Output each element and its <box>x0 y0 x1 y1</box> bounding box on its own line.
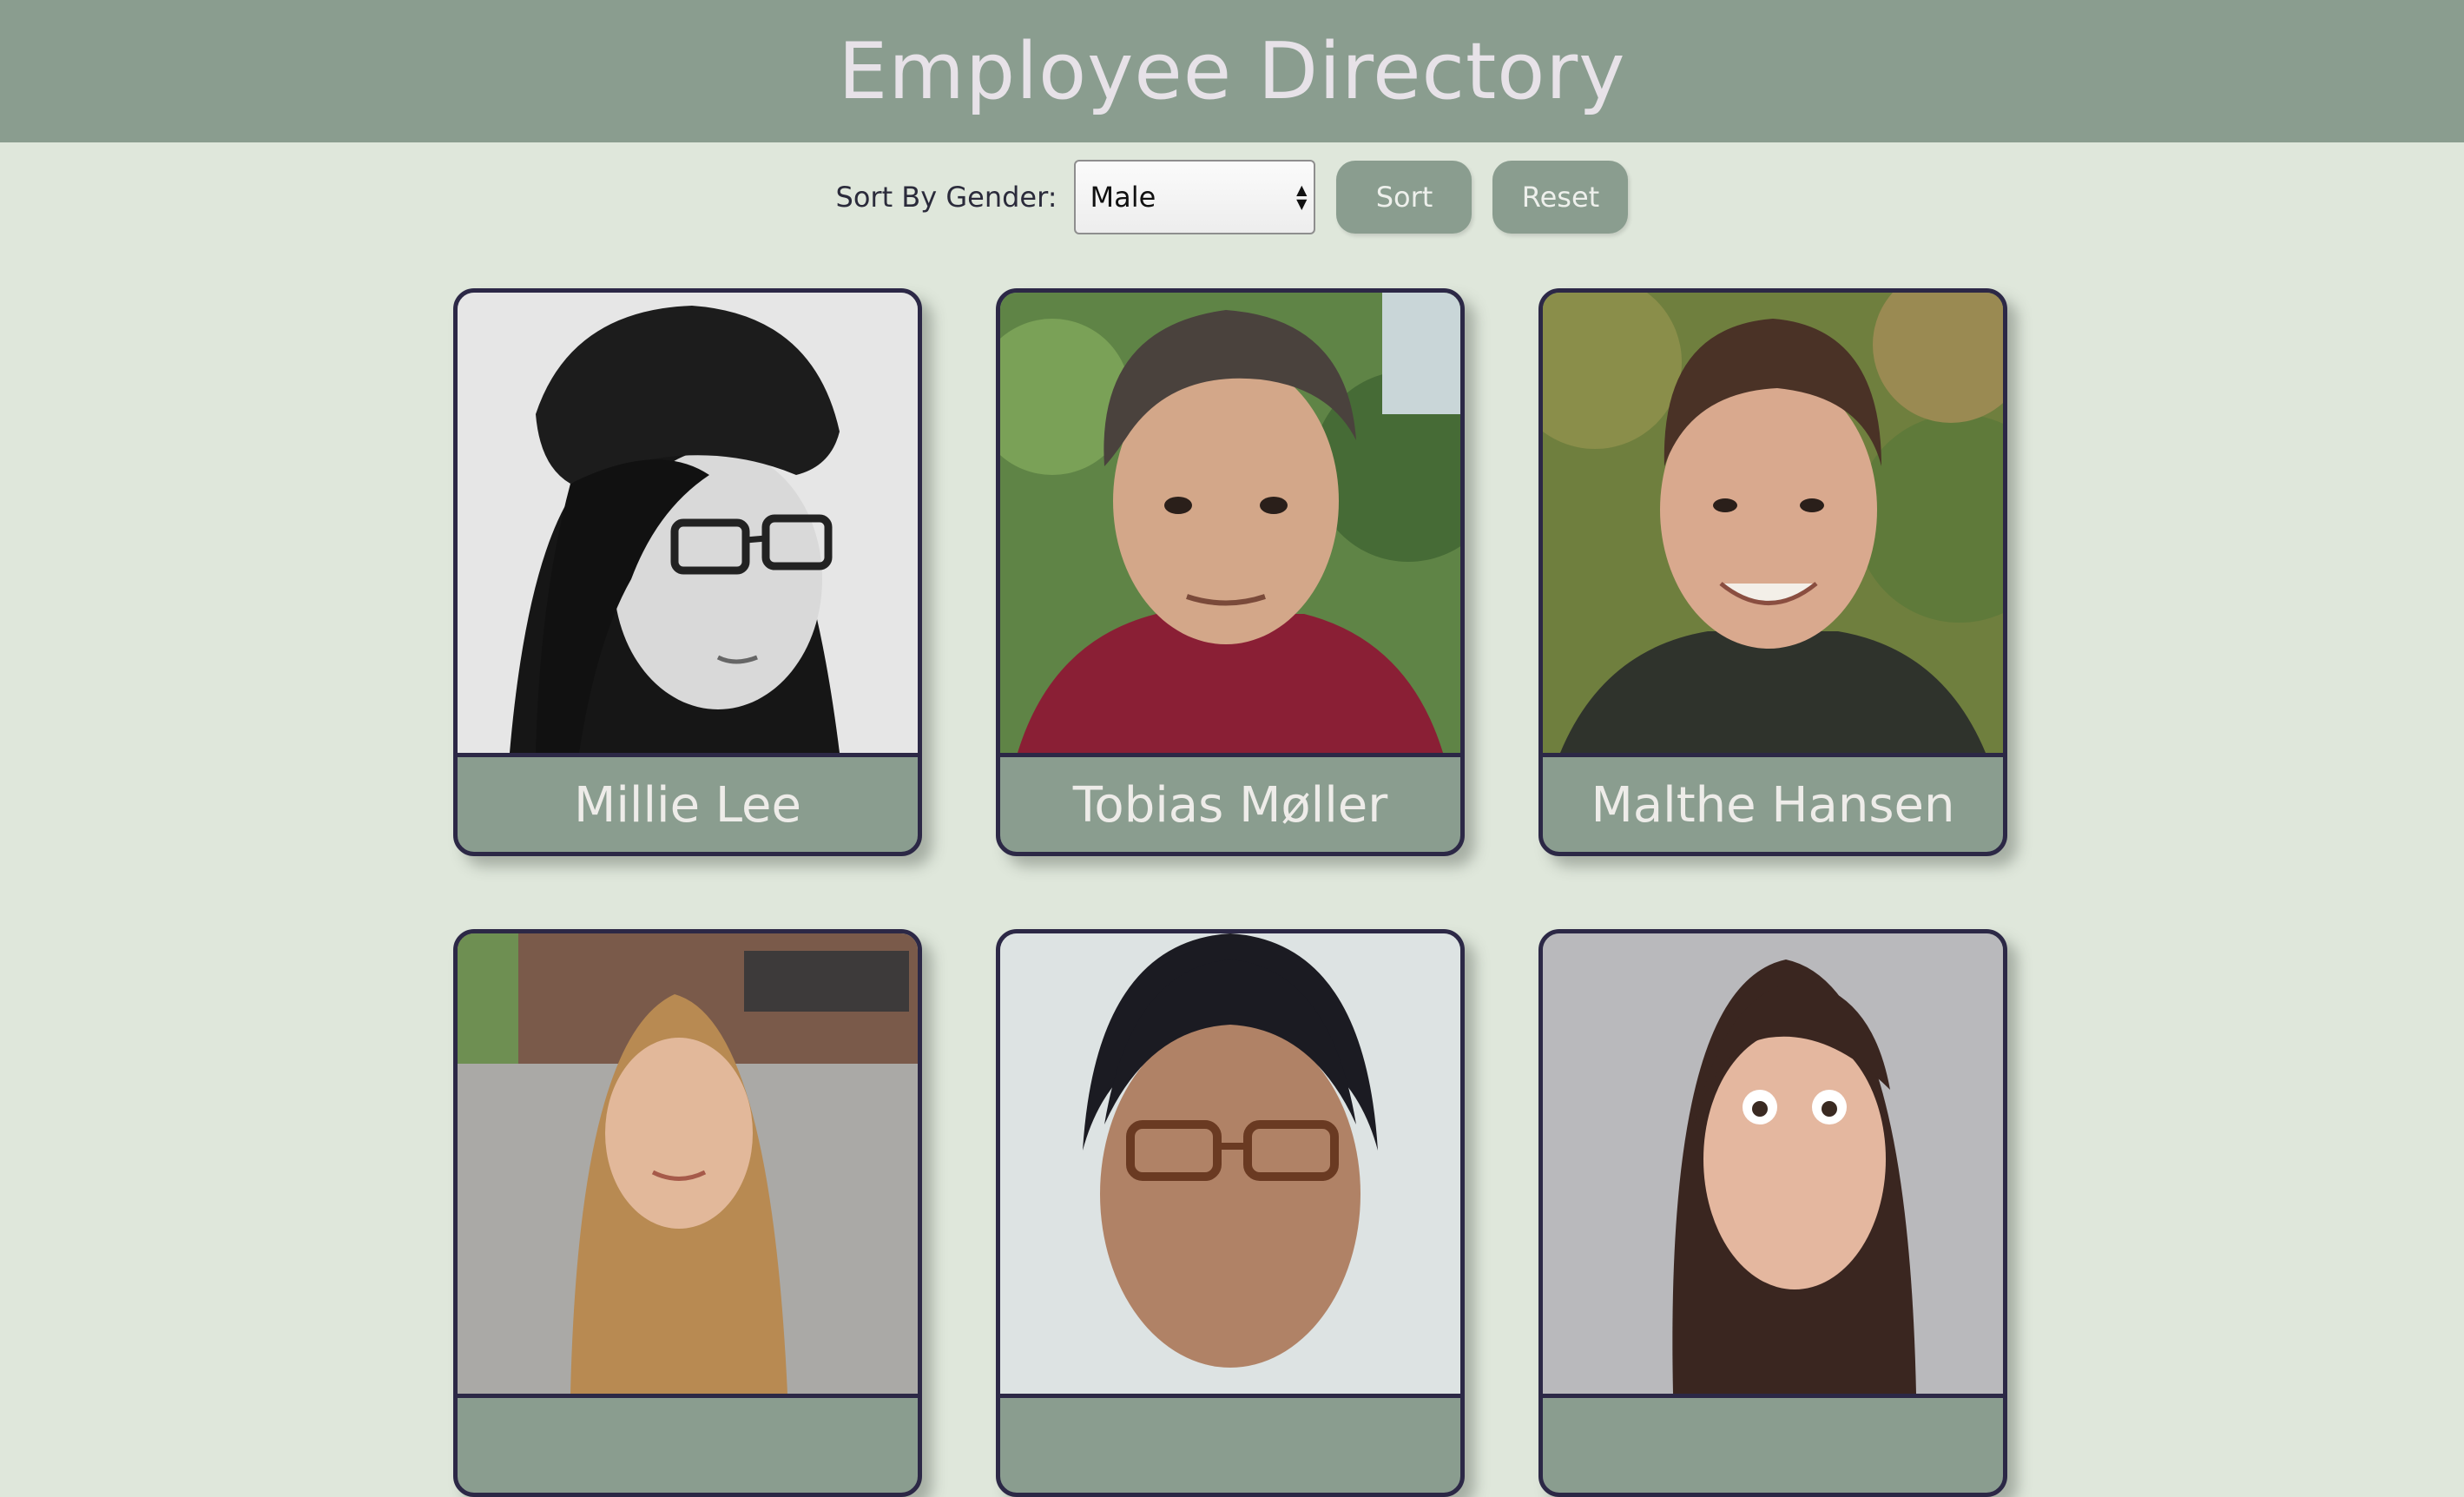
employee-name <box>458 1398 918 1493</box>
select-arrows-icon: ▲ ▼ <box>1296 181 1308 212</box>
portrait-photo <box>1000 933 1460 1394</box>
page-title: Employee Directory <box>838 25 1626 117</box>
gender-select-value: Male <box>1090 181 1156 214</box>
employee-photo <box>458 293 918 757</box>
employee-card[interactable]: Millie Lee <box>453 288 922 856</box>
employee-card[interactable] <box>1538 929 2007 1497</box>
employee-card[interactable]: Malthe Hansen <box>1538 288 2007 856</box>
sort-controls: Sort By Gender: Male ▲ ▼ Sort Reset <box>0 160 2464 234</box>
employee-photo <box>1000 933 1460 1398</box>
portrait-photo <box>1543 293 2003 753</box>
employee-name <box>1000 1398 1460 1493</box>
sort-button[interactable]: Sort <box>1336 161 1472 234</box>
employee-photo <box>1543 293 2003 757</box>
employee-photo <box>1000 293 1460 757</box>
page-header: Employee Directory <box>0 0 2464 142</box>
employee-name <box>1543 1398 2003 1493</box>
employee-name: Millie Lee <box>574 776 801 834</box>
employee-card[interactable] <box>453 929 922 1497</box>
gender-select[interactable]: Male ▲ ▼ <box>1074 160 1316 234</box>
portrait-photo <box>1000 293 1460 753</box>
sort-by-gender-label: Sort By Gender: <box>835 181 1057 214</box>
reset-button[interactable]: Reset <box>1492 161 1629 234</box>
portrait-photo <box>1543 933 2003 1394</box>
portrait-photo <box>458 933 918 1394</box>
portrait-photo <box>458 293 918 753</box>
employee-name: Malthe Hansen <box>1591 776 1955 834</box>
employee-photo <box>458 933 918 1398</box>
employee-photo <box>1543 933 2003 1398</box>
employee-card[interactable] <box>996 929 1465 1497</box>
employee-name: Tobias Møller <box>1072 776 1388 834</box>
employee-card[interactable]: Tobias Møller <box>996 288 1465 856</box>
